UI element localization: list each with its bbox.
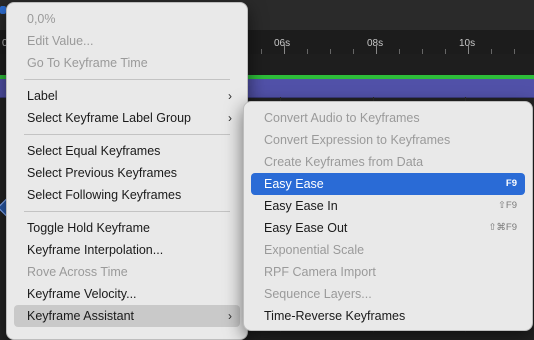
menu-item-value: 0,0%: [14, 8, 240, 30]
menu-item-keyframe-assistant[interactable]: Keyframe Assistant ›: [14, 305, 240, 327]
menu-item-label: Go To Keyframe Time: [27, 56, 148, 70]
menu-item-label: Select Previous Keyframes: [27, 166, 178, 180]
menu-item-sequence-layers: Sequence Layers...: [251, 283, 525, 305]
menu-separator: [24, 211, 230, 212]
menu-item-label: Label: [27, 89, 58, 103]
menu-item-label: Keyframe Assistant: [27, 309, 134, 323]
menu-item-label: RPF Camera Import: [264, 265, 376, 279]
menu-item-rove-across-time: Rove Across Time: [14, 261, 240, 283]
menu-item-keyframe-interpolation[interactable]: Keyframe Interpolation...: [14, 239, 240, 261]
menu-item-edit-value: Edit Value...: [14, 30, 240, 52]
ruler-tick: [284, 44, 285, 54]
chevron-right-icon: ›: [228, 309, 232, 323]
menu-item-label: Toggle Hold Keyframe: [27, 221, 150, 235]
menu-item-go-to-keyframe-time: Go To Keyframe Time: [14, 52, 240, 74]
menu-item-label: Edit Value...: [27, 34, 94, 48]
menu-separator: [24, 134, 230, 135]
menu-item-label: Easy Ease In: [264, 199, 338, 213]
menu-item-easy-ease-out[interactable]: Easy Ease Out ⇧⌘F9: [251, 217, 525, 239]
shortcut-label: ⇧⌘F9: [488, 222, 517, 233]
menu-item-easy-ease-in[interactable]: Easy Ease In ⇧F9: [251, 195, 525, 217]
menu-item-create-keyframes-from-data: Create Keyframes from Data: [251, 151, 525, 173]
menu-item-time-reverse-keyframes[interactable]: Time-Reverse Keyframes: [251, 305, 525, 327]
menu-item-label: Keyframe Velocity...: [27, 287, 137, 301]
menu-item-select-following-keyframes[interactable]: Select Following Keyframes: [14, 184, 240, 206]
chevron-right-icon: ›: [228, 111, 232, 125]
menu-item-label: Exponential Scale: [264, 243, 365, 257]
chevron-right-icon: ›: [228, 89, 232, 103]
menu-item-label: Convert Audio to Keyframes: [264, 111, 420, 125]
shortcut-label: F9: [505, 178, 517, 189]
ruler-tick: [376, 44, 377, 54]
menu-item-label: Select Following Keyframes: [27, 188, 182, 202]
keyframe-context-menu: 0,0% Edit Value... Go To Keyframe Time L…: [6, 2, 248, 340]
menu-item-label: 0,0%: [27, 12, 56, 26]
menu-item-label: Keyframe Interpolation...: [27, 243, 164, 257]
menu-item-label: Convert Expression to Keyframes: [264, 133, 451, 147]
menu-item-label: Easy Ease Out: [264, 221, 348, 235]
menu-item-label-submenu[interactable]: Label ›: [14, 85, 240, 107]
menu-item-select-equal-keyframes[interactable]: Select Equal Keyframes: [14, 140, 240, 162]
menu-item-toggle-hold-keyframe[interactable]: Toggle Hold Keyframe: [14, 217, 240, 239]
menu-item-rpf-camera-import: RPF Camera Import: [251, 261, 525, 283]
menu-item-label: Create Keyframes from Data: [264, 155, 424, 169]
shortcut-label: ⇧F9: [497, 200, 517, 211]
menu-item-label: Easy Ease: [264, 177, 324, 191]
menu-item-select-previous-keyframes[interactable]: Select Previous Keyframes: [14, 162, 240, 184]
menu-separator: [24, 79, 230, 80]
menu-item-convert-audio-to-keyframes: Convert Audio to Keyframes: [251, 107, 525, 129]
menu-item-label: Rove Across Time: [27, 265, 128, 279]
keyframe-assistant-submenu: Convert Audio to Keyframes Convert Expre…: [243, 101, 533, 331]
menu-item-easy-ease[interactable]: Easy Ease F9: [251, 173, 525, 195]
menu-item-label: Time-Reverse Keyframes: [264, 309, 406, 323]
ruler-tick: [468, 44, 469, 54]
menu-item-select-keyframe-label-group[interactable]: Select Keyframe Label Group ›: [14, 107, 240, 129]
menu-item-exponential-scale: Exponential Scale: [251, 239, 525, 261]
ruler-label-06s: 06s: [274, 38, 291, 49]
menu-item-label: Sequence Layers...: [264, 287, 372, 301]
menu-item-convert-expression-to-keyframes: Convert Expression to Keyframes: [251, 129, 525, 151]
menu-item-label: Select Equal Keyframes: [27, 144, 161, 158]
menu-item-label: Select Keyframe Label Group: [27, 111, 191, 125]
menu-item-keyframe-velocity[interactable]: Keyframe Velocity...: [14, 283, 240, 305]
